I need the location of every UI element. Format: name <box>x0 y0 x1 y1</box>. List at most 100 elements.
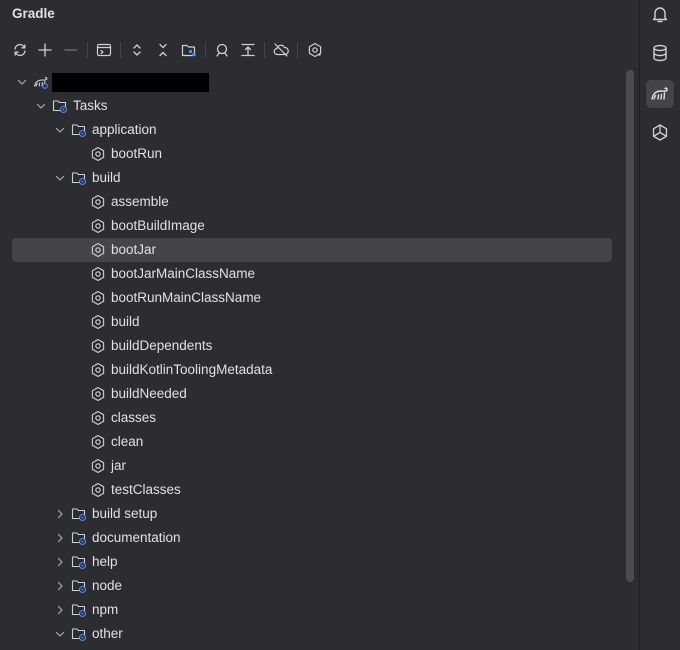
tree-task-item[interactable]: bootJar <box>12 238 612 262</box>
redacted-project-name <box>52 73 209 92</box>
task-gear-icon <box>90 410 106 426</box>
tree-group-item[interactable]: node <box>12 574 612 598</box>
run-task-icon[interactable] <box>94 40 114 60</box>
group-modules-icon[interactable] <box>179 40 199 60</box>
tree-root-project[interactable] <box>12 70 612 94</box>
task-folder-icon <box>71 122 87 138</box>
tree-task-item[interactable]: clean <box>12 430 612 454</box>
tree-node-label: Tasks <box>73 98 108 113</box>
tree-node-label: jar <box>111 458 127 473</box>
task-gear-icon <box>90 218 106 234</box>
task-folder-icon <box>71 602 87 618</box>
tree-node-label: build setup <box>92 506 158 521</box>
tree-node-label: bootRun <box>111 146 163 161</box>
tree-task-bootrun[interactable]: bootRun <box>12 142 612 166</box>
gradle-icon[interactable] <box>646 80 674 108</box>
tree-node-label: classes <box>111 410 157 425</box>
tree-node-label: application <box>92 122 157 137</box>
task-gear-icon <box>90 266 106 282</box>
toolbar-separator <box>87 42 88 58</box>
task-folder-icon <box>71 170 87 186</box>
settings-icon[interactable] <box>305 40 325 60</box>
tree-group-item[interactable]: npm <box>12 598 612 622</box>
expand-all-icon[interactable] <box>127 40 147 60</box>
tool-window-title: Gradle <box>12 6 55 21</box>
tree-task-item[interactable]: bootBuildImage <box>12 214 612 238</box>
tree-node-label: bootJar <box>111 242 157 257</box>
tree-node-label: build <box>92 170 121 185</box>
tree-group-build[interactable]: build <box>12 166 612 190</box>
vertical-scrollbar[interactable] <box>626 70 634 582</box>
collapse-all-icon[interactable] <box>153 40 173 60</box>
notifications-icon[interactable] <box>646 0 674 28</box>
add-icon[interactable] <box>35 40 55 60</box>
task-folder-icon <box>71 578 87 594</box>
tree-node-label: buildNeeded <box>111 386 187 401</box>
database-icon[interactable] <box>646 39 674 67</box>
tree-node-label: build <box>111 314 140 329</box>
tree-tasks-node[interactable]: Tasks <box>12 94 612 118</box>
toolbar-separator <box>205 42 206 58</box>
task-gear-icon <box>90 338 106 354</box>
offline-mode-icon[interactable] <box>271 40 291 60</box>
task-gear-icon <box>90 362 106 378</box>
tree-node-label: bootJarMainClassName <box>111 266 256 281</box>
task-folder-icon <box>71 626 87 642</box>
tree-task-item[interactable]: classes <box>12 406 612 430</box>
gradle-projects-tree: Tasks application bootRun build assemble boot… <box>0 70 625 650</box>
task-gear-icon <box>90 482 106 498</box>
tree-group-item[interactable]: documentation <box>12 526 612 550</box>
tree-node-label: bootRunMainClassName <box>111 290 262 305</box>
tree-group-item[interactable]: other <box>12 622 612 646</box>
task-gear-icon <box>90 458 106 474</box>
toolbar-separator <box>120 42 121 58</box>
ai-assistant-icon[interactable] <box>646 119 674 147</box>
right-tool-window-bar <box>640 0 680 650</box>
task-gear-icon <box>90 194 106 210</box>
task-folder-icon <box>71 554 87 570</box>
tree-node-label: help <box>92 554 118 569</box>
tree-task-item[interactable]: jar <box>12 454 612 478</box>
reload-icon[interactable] <box>10 40 30 60</box>
tree-node-label: buildDependents <box>111 338 213 353</box>
tree-node-label: npm <box>92 602 119 617</box>
chevron-down-icon[interactable] <box>33 98 49 114</box>
task-gear-icon <box>90 434 106 450</box>
link-icon[interactable] <box>238 40 258 60</box>
toolbar-separator <box>264 42 265 58</box>
chevron-down-icon[interactable] <box>52 122 68 138</box>
tree-task-item[interactable]: build <box>12 310 612 334</box>
tree-group-application[interactable]: application <box>12 118 612 142</box>
chevron-down-icon[interactable] <box>14 74 30 90</box>
toolbar-separator <box>297 42 298 58</box>
task-gear-icon <box>90 386 106 402</box>
tree-task-item[interactable]: buildNeeded <box>12 382 612 406</box>
tree-task-item[interactable]: bootRunMainClassName <box>12 286 612 310</box>
chevron-right-icon[interactable] <box>52 578 68 594</box>
gradle-project-icon <box>33 74 49 90</box>
tree-node-label: assemble <box>111 194 169 209</box>
tree-task-item[interactable]: bootJarMainClassName <box>12 262 612 286</box>
task-folder-icon <box>71 530 87 546</box>
tree-task-item[interactable]: testClasses <box>12 478 612 502</box>
chevron-right-icon[interactable] <box>52 530 68 546</box>
tree-node-label: node <box>92 578 123 593</box>
chevron-right-icon[interactable] <box>52 602 68 618</box>
tree-task-item[interactable]: assemble <box>12 190 612 214</box>
task-folder-icon <box>52 98 68 114</box>
tree-node-label: buildKotlinToolingMetadata <box>111 362 273 377</box>
chevron-down-icon[interactable] <box>52 626 68 642</box>
chevron-down-icon[interactable] <box>52 170 68 186</box>
gradle-toolbar <box>0 34 640 66</box>
tree-node-label: bootBuildImage <box>111 218 205 233</box>
chevron-right-icon[interactable] <box>52 506 68 522</box>
tree-task-item[interactable]: buildKotlinToolingMetadata <box>12 358 612 382</box>
tree-task-item[interactable]: buildDependents <box>12 334 612 358</box>
task-gear-icon <box>90 242 106 258</box>
analyze-icon[interactable] <box>212 40 232 60</box>
remove-icon[interactable] <box>61 40 81 60</box>
tree-group-item[interactable]: help <box>12 550 612 574</box>
tree-group-item[interactable]: build setup <box>12 502 612 526</box>
task-gear-icon <box>90 314 106 330</box>
chevron-right-icon[interactable] <box>52 554 68 570</box>
